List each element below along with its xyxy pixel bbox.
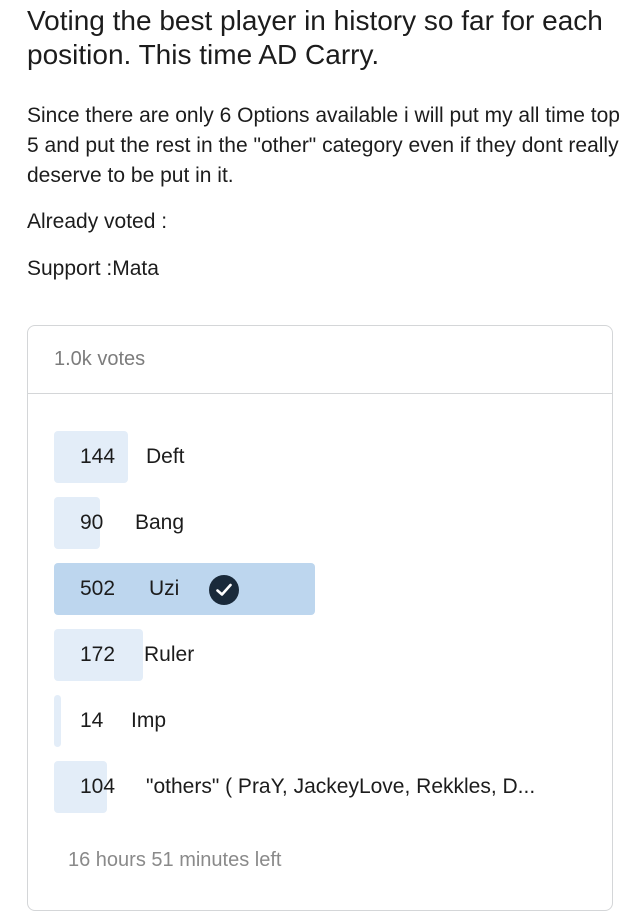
post-title: Voting the best player in history so far… <box>27 5 603 70</box>
poll-option-uzi[interactable]: 502 Uzi <box>54 563 594 615</box>
poll-option-imp[interactable]: 14 Imp <box>54 695 594 747</box>
poll-option-bang[interactable]: 90 Bang <box>54 497 594 549</box>
poll-option-count: 14 <box>80 709 104 732</box>
poll-option-count: 104 <box>80 775 116 798</box>
already-voted-text: Already voted : <box>27 210 168 233</box>
poll-option-deft[interactable]: 144 Deft <box>54 431 594 483</box>
poll-option-label: Imp <box>131 709 167 732</box>
poll-option-count: 172 <box>80 643 116 666</box>
poll-option-count: 144 <box>80 445 116 468</box>
poll-total-votes: 1.0k votes <box>28 326 612 394</box>
poll-option-others[interactable]: 104 "others" ( PraY, JackeyLove, Rekkles… <box>54 761 594 813</box>
poll-option-label: Uzi <box>149 577 180 600</box>
poll-widget: 1.0k votes 144 Deft 90 Bang 502 Uzi 172 … <box>27 325 613 911</box>
poll-option-label: "others" ( PraY, JackeyLove, Rekkles, D.… <box>146 775 536 798</box>
poll-option-count: 502 <box>80 577 116 600</box>
poll-option-label: Bang <box>135 511 185 534</box>
poll-option-label: Ruler <box>144 643 195 666</box>
poll-option-label: Deft <box>146 445 185 468</box>
checkmark-circle-icon <box>209 575 239 605</box>
poll-option-bar <box>54 695 61 747</box>
poll-option-count: 90 <box>80 511 104 534</box>
poll-time-left: 16 hours 51 minutes left <box>68 849 282 871</box>
poll-option-ruler[interactable]: 172 Ruler <box>54 629 594 681</box>
support-vote-text: Support :Mata <box>27 257 159 280</box>
post-body-paragraph: Since there are only 6 Options available… <box>27 104 620 187</box>
